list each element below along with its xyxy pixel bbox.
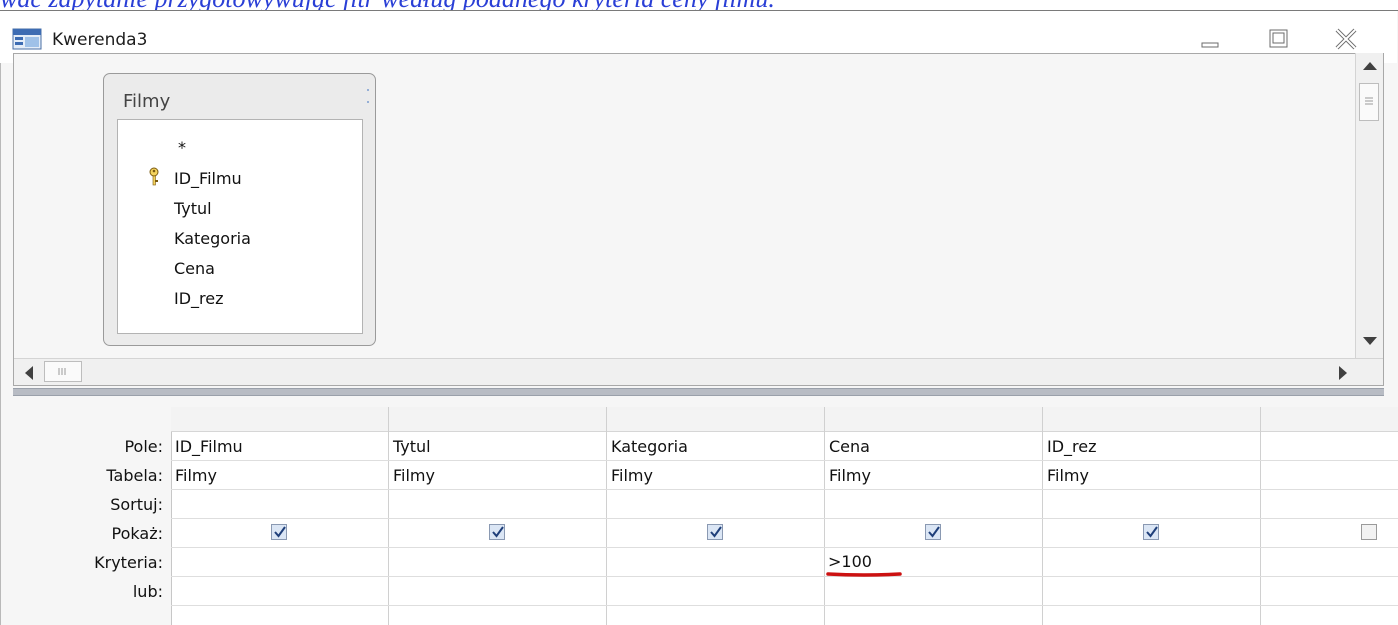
- checkmark-icon: [1146, 526, 1158, 538]
- grid-table-cell[interactable]: Filmy: [1047, 466, 1089, 485]
- row-label-show: Pokaż:: [111, 524, 163, 543]
- row-divider: [171, 518, 1398, 519]
- red-underline-annotation: [826, 572, 902, 577]
- field-item-kategoria[interactable]: Kategoria: [174, 229, 251, 248]
- field-item-tytul[interactable]: Tytul: [174, 199, 212, 218]
- checkmark-icon: [492, 526, 504, 538]
- row-divider: [171, 576, 1398, 577]
- grid-field-cell[interactable]: ID_rez: [1047, 437, 1097, 456]
- column-selector-strip[interactable]: [171, 407, 1398, 432]
- maximize-icon: [1269, 29, 1288, 48]
- key-icon: [149, 167, 159, 186]
- grid-table-cell[interactable]: Filmy: [175, 466, 217, 485]
- grid-table-cell[interactable]: Filmy: [829, 466, 871, 485]
- close-button[interactable]: [1329, 24, 1363, 56]
- show-checkbox[interactable]: [489, 524, 505, 540]
- pane-splitter[interactable]: [13, 388, 1384, 396]
- scroll-left-icon[interactable]: [22, 365, 34, 381]
- scroll-right-icon[interactable]: [1338, 365, 1350, 381]
- show-checkbox[interactable]: [925, 524, 941, 540]
- query-design-grid: [171, 407, 1398, 625]
- show-checkbox[interactable]: [271, 524, 287, 540]
- row-divider: [171, 489, 1398, 490]
- field-item-all[interactable]: *: [178, 138, 186, 157]
- row-label-criteria: Kryteria:: [94, 553, 163, 572]
- horizontal-scrollbar[interactable]: [14, 358, 1383, 385]
- field-list-box: [117, 119, 363, 334]
- scroll-up-icon[interactable]: [1362, 59, 1378, 71]
- grid-table-cell[interactable]: Filmy: [393, 466, 435, 485]
- close-icon: [1335, 28, 1357, 50]
- field-list-title: Filmy: [123, 91, 171, 112]
- column-divider: [1260, 407, 1261, 625]
- row-label-or: lub:: [132, 582, 163, 601]
- row-label-sort: Sortuj:: [110, 495, 163, 514]
- show-checkbox[interactable]: [707, 524, 723, 540]
- grid-table-cell[interactable]: Filmy: [611, 466, 653, 485]
- grid-field-cell[interactable]: ID_Filmu: [175, 437, 243, 456]
- row-label-table: Tabela:: [106, 466, 163, 485]
- field-item-cena[interactable]: Cena: [174, 259, 215, 278]
- field-item-id-rez[interactable]: ID_rez: [174, 289, 224, 308]
- scroll-down-icon[interactable]: [1362, 335, 1378, 347]
- checkmark-icon: [710, 526, 722, 538]
- minimize-button[interactable]: [1193, 24, 1227, 56]
- grip-icon: [1365, 97, 1373, 105]
- checkmark-icon: [274, 526, 286, 538]
- column-divider: [1042, 407, 1043, 625]
- grip-icon: [58, 368, 66, 375]
- vertical-scroll-thumb[interactable]: [1359, 83, 1379, 121]
- column-divider: [824, 407, 825, 625]
- resize-grip-icon: [367, 89, 369, 103]
- maximize-button[interactable]: [1262, 24, 1296, 56]
- horizontal-scroll-thumb[interactable]: [44, 361, 82, 382]
- row-divider: [171, 460, 1398, 461]
- grid-field-cell[interactable]: Tytul: [393, 437, 431, 456]
- row-divider: [171, 605, 1398, 606]
- row-divider: [171, 547, 1398, 548]
- vertical-scrollbar[interactable]: [1355, 53, 1383, 359]
- criteria-cell[interactable]: >100: [828, 552, 872, 571]
- minimize-icon: [1201, 42, 1219, 48]
- show-checkbox[interactable]: [1361, 524, 1377, 540]
- column-divider: [388, 407, 389, 625]
- show-checkbox[interactable]: [1143, 524, 1159, 540]
- table-field-list[interactable]: Filmy * ID_Filmu Tytul Kategoria Cena ID…: [103, 73, 376, 346]
- grid-field-cell[interactable]: Kategoria: [611, 437, 688, 456]
- column-divider: [606, 407, 607, 625]
- query-design-icon: [12, 28, 42, 50]
- grid-field-cell[interactable]: Cena: [829, 437, 870, 456]
- window-title: Kwerenda3: [52, 30, 148, 50]
- field-item-id-filmu[interactable]: ID_Filmu: [174, 169, 242, 188]
- row-label-field: Pole:: [124, 437, 163, 456]
- checkmark-icon: [928, 526, 940, 538]
